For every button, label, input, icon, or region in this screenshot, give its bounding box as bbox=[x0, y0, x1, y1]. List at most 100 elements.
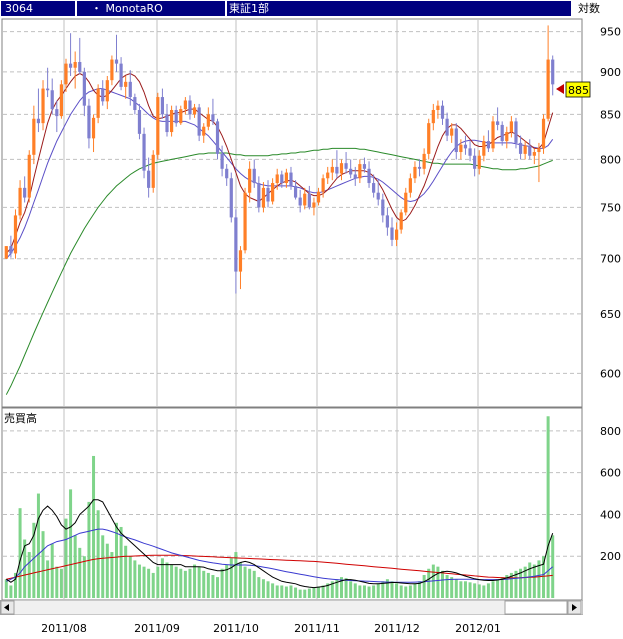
candle-body bbox=[339, 163, 344, 174]
volume-bar bbox=[50, 543, 54, 598]
volume-bar bbox=[165, 562, 169, 598]
candle-body bbox=[169, 109, 174, 133]
header-dot: ・ bbox=[91, 2, 102, 15]
candle-body bbox=[381, 199, 385, 216]
volume-bar bbox=[69, 489, 73, 598]
price-tick-label: 900 bbox=[600, 66, 621, 79]
candle-body bbox=[436, 105, 440, 110]
volume-bar bbox=[376, 583, 380, 598]
volume-bar bbox=[124, 545, 128, 598]
volume-bar bbox=[4, 579, 8, 598]
volume-bar bbox=[482, 585, 486, 598]
candle-body bbox=[349, 168, 353, 175]
current-price-label: 885 bbox=[568, 84, 589, 97]
candle-body bbox=[500, 124, 504, 142]
candle-body bbox=[87, 105, 91, 139]
volume-bar bbox=[477, 584, 481, 598]
candle-body bbox=[197, 107, 201, 136]
candle-body bbox=[303, 193, 307, 206]
candle-body bbox=[110, 59, 114, 81]
candle-up bbox=[491, 116, 495, 153]
volume-bar bbox=[372, 585, 376, 598]
candle-body bbox=[404, 192, 408, 213]
volume-bar bbox=[404, 586, 408, 598]
date-tick-label: 2011/12 bbox=[374, 622, 420, 635]
price-axis-ticks: 950 900 850 800 750 700 650 600 bbox=[600, 26, 621, 381]
candle-up bbox=[156, 92, 160, 160]
candle-body bbox=[248, 168, 252, 193]
volume-bar bbox=[427, 568, 431, 598]
volume-bar bbox=[344, 578, 348, 598]
candle-body bbox=[417, 166, 422, 169]
volume-bar bbox=[367, 586, 371, 598]
candle-body bbox=[128, 81, 132, 98]
volume-bar bbox=[216, 577, 220, 598]
date-tick-label: 2012/01 bbox=[455, 622, 501, 635]
candle-body bbox=[156, 97, 160, 155]
volume-bar bbox=[486, 583, 490, 598]
candle-body bbox=[399, 212, 403, 230]
candle-body bbox=[82, 71, 86, 106]
candle-body bbox=[243, 192, 247, 251]
axis-corner bbox=[583, 600, 623, 615]
candle-body bbox=[13, 215, 18, 254]
candle-body bbox=[202, 126, 206, 136]
volume-bar bbox=[133, 560, 137, 598]
volume-bar bbox=[399, 585, 403, 598]
candle-body bbox=[344, 163, 348, 169]
candle-body bbox=[486, 141, 491, 149]
scale-label: 対数 bbox=[578, 2, 600, 15]
candle-body bbox=[41, 88, 45, 124]
horizontal-scrollbar[interactable] bbox=[0, 600, 583, 615]
candle-body bbox=[330, 166, 334, 173]
volume-bar bbox=[18, 508, 22, 598]
volume-bar bbox=[193, 564, 197, 598]
volume-bar bbox=[59, 568, 63, 598]
volume-bar bbox=[248, 568, 252, 598]
candle-body bbox=[192, 107, 197, 115]
volume-bar bbox=[243, 566, 247, 598]
volume-bar bbox=[275, 585, 279, 598]
volume-bar bbox=[96, 510, 100, 598]
volume-bar bbox=[303, 589, 307, 598]
candle-body bbox=[46, 88, 50, 91]
volume-bar bbox=[321, 585, 325, 598]
volume-bar bbox=[280, 585, 284, 598]
candle-body bbox=[105, 80, 109, 102]
candle-body bbox=[473, 155, 477, 169]
candle-body bbox=[289, 172, 293, 186]
volume-bar bbox=[211, 575, 215, 598]
stock-code: 3064 bbox=[5, 2, 33, 15]
scroll-thumb[interactable] bbox=[504, 600, 568, 615]
candle-body bbox=[215, 121, 220, 154]
volume-bar bbox=[174, 566, 178, 598]
candle-up bbox=[96, 84, 100, 124]
volume-bar bbox=[46, 560, 50, 598]
candle-body bbox=[78, 62, 82, 72]
candle-body bbox=[514, 121, 518, 143]
volume-tick-label: 200 bbox=[600, 550, 621, 563]
date-tick-label: 2011/11 bbox=[294, 622, 340, 635]
volume-bar bbox=[128, 556, 132, 598]
volume-bar bbox=[234, 552, 238, 598]
candle-body bbox=[9, 246, 13, 254]
volume-bar bbox=[307, 588, 311, 598]
candle-body bbox=[32, 118, 36, 155]
candle-body bbox=[427, 123, 431, 154]
candle-body bbox=[114, 59, 119, 64]
volume-bar bbox=[473, 583, 477, 598]
volume-bar bbox=[252, 570, 256, 598]
candle-body bbox=[321, 178, 325, 192]
volume-bar bbox=[496, 579, 500, 598]
scale-mode[interactable]: 対数 bbox=[573, 1, 622, 16]
volume-tick-label: 800 bbox=[600, 425, 621, 438]
volume-bar bbox=[82, 556, 86, 598]
volume-bar bbox=[92, 455, 96, 598]
candle-body bbox=[316, 191, 321, 203]
candle-up bbox=[243, 187, 247, 254]
volume-bar bbox=[422, 575, 426, 598]
candle-up bbox=[151, 150, 155, 193]
candle-body bbox=[183, 100, 187, 110]
volume-bar bbox=[390, 581, 394, 598]
candle-up bbox=[27, 150, 31, 203]
